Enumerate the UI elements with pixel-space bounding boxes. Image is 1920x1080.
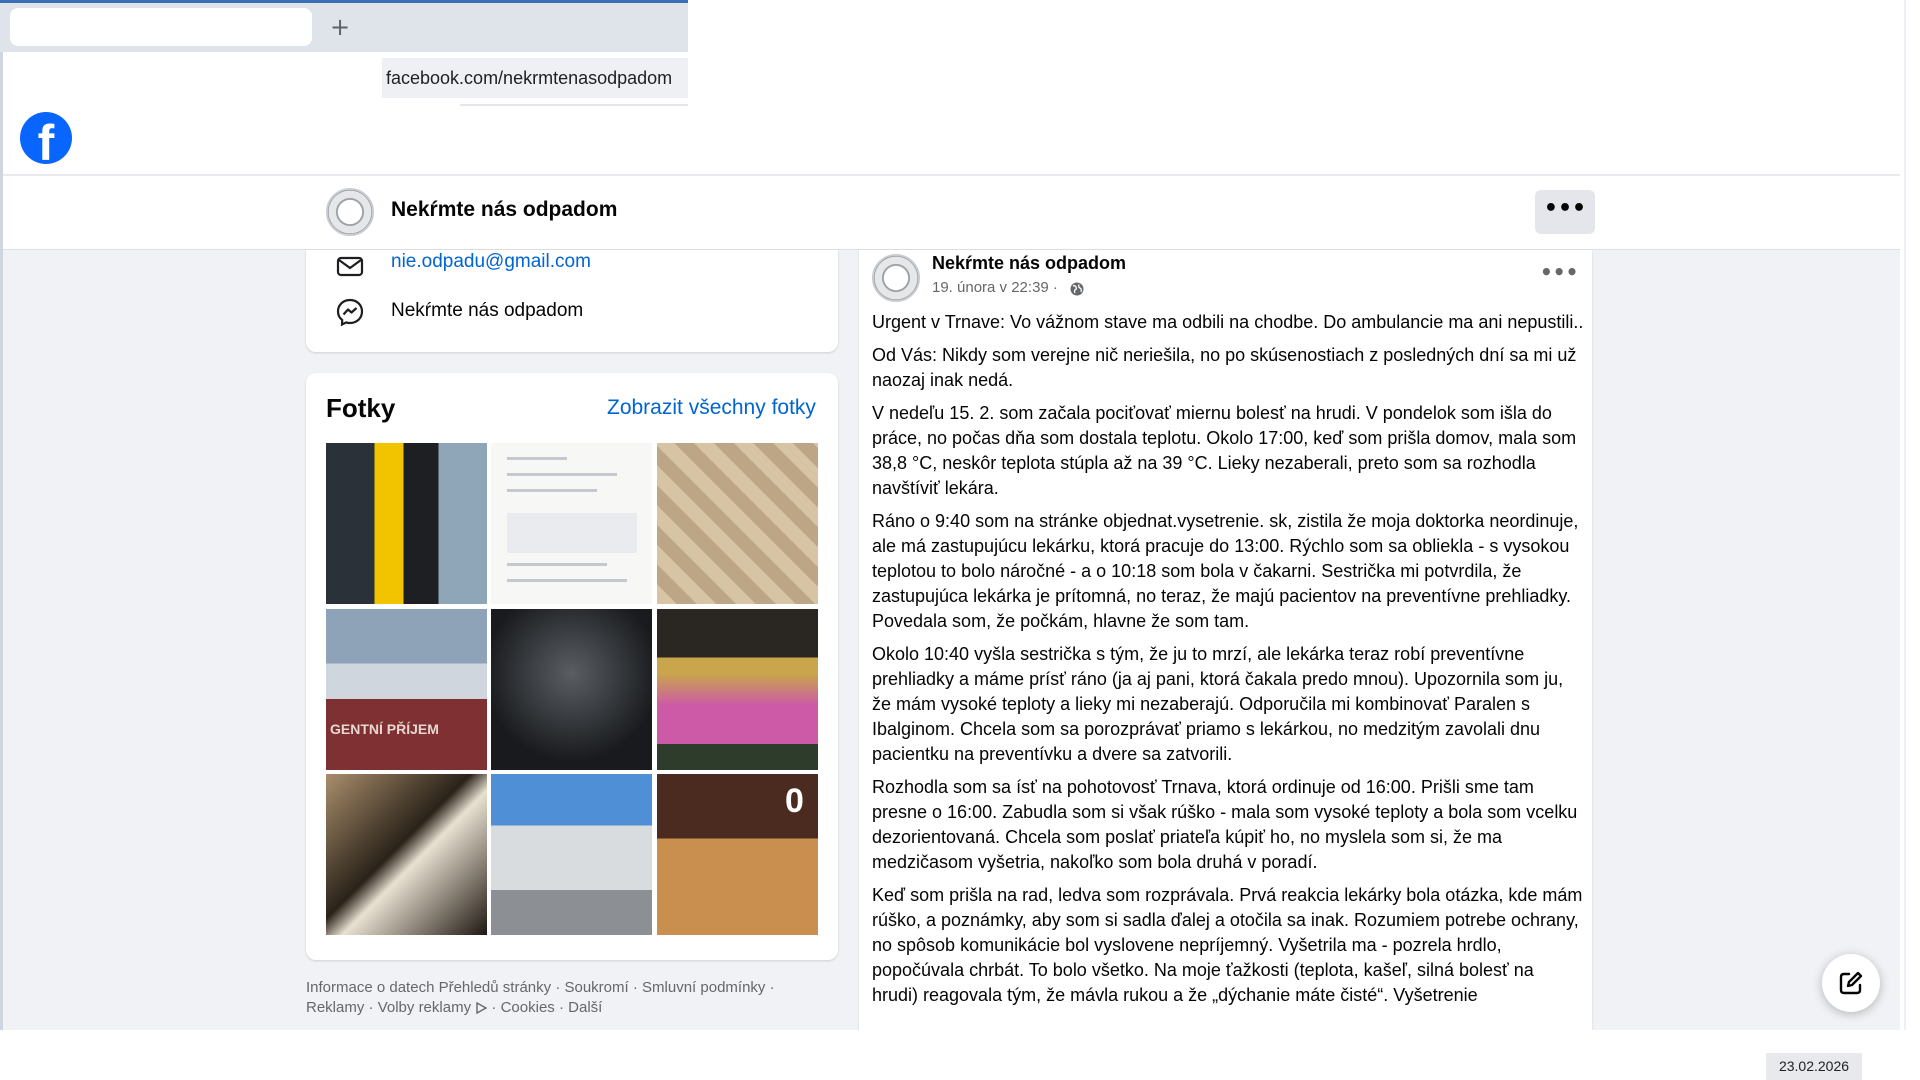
compose-icon [1839, 971, 1863, 995]
more-options-button[interactable]: ••• [1535, 190, 1595, 234]
page-avatar[interactable] [326, 188, 374, 236]
divider [460, 104, 688, 106]
taskbar-date[interactable]: 23.02.2026 [1766, 1053, 1862, 1080]
email-link[interactable]: nie.odpadu@gmail.com [391, 251, 591, 273]
mail-icon [336, 256, 364, 277]
browser-tab[interactable] [10, 8, 312, 46]
post-paragraph: Urgent v Trnave: Vo vážnom stave ma odbi… [872, 312, 1584, 332]
footer-link-ads[interactable]: Reklamy [306, 999, 364, 1016]
post-timestamp[interactable]: 19. února v 22:39 · [932, 279, 1058, 296]
page-title[interactable]: Nekŕmte nás odpadom [391, 198, 617, 222]
footer-link-cookies[interactable]: Cookies [501, 999, 555, 1016]
photo-thumbnail[interactable] [491, 774, 652, 935]
footer-link-terms[interactable]: Smluvní podmínky [642, 979, 765, 996]
photo-thumbnail[interactable] [326, 443, 487, 604]
globe-icon [1070, 282, 1084, 296]
divider [1904, 0, 1906, 1030]
post-author-name[interactable]: Nekŕmte nás odpadom [932, 253, 1126, 274]
footer-link-page-insights[interactable]: Informace o datech Přehledů stránky [306, 979, 551, 996]
post-paragraph: V nedeľu 15. 2. som začala pociťovať mie… [872, 403, 1577, 498]
footer-link-more[interactable]: Další [568, 999, 602, 1016]
footer-separator: · [368, 999, 374, 1016]
post-paragraph: Keď som prišla na rad, ledva som rozpráv… [872, 885, 1583, 1005]
footer-separator: · [769, 979, 775, 996]
post-more-button[interactable]: ••• [1540, 260, 1578, 286]
photo-thumbnail[interactable] [657, 609, 818, 770]
new-tab-button[interactable]: + [328, 12, 352, 42]
footer-link-privacy[interactable]: Soukromí [564, 979, 628, 996]
photo-thumbnail[interactable] [491, 609, 652, 770]
page-header-bar [3, 176, 1900, 250]
photo-thumbnail[interactable]: 0 [657, 774, 818, 935]
facebook-logo[interactable]: f [20, 112, 72, 164]
post-paragraph: Rozhodla som sa ísť na pohotovosť Trnava… [872, 777, 1578, 872]
messenger-link[interactable]: Nekŕmte nás odpadom [391, 300, 583, 322]
photo-thumbnail[interactable] [657, 443, 818, 604]
post-paragraph: Okolo 10:40 vyšla sestrička s tým, že ju… [872, 644, 1564, 764]
footer-links-row: Informace o datech Přehledů stránky · So… [306, 979, 775, 996]
scrollbar-area[interactable] [1900, 0, 1920, 1030]
footer-link-ad-choices[interactable]: Volby reklamy [378, 999, 471, 1016]
photo-thumbnail[interactable] [326, 774, 487, 935]
footer-separator: · [555, 979, 561, 996]
photo-thumbnail[interactable] [491, 443, 652, 604]
photo-thumbnail[interactable]: GENTNÍ PŘÍJEM [326, 609, 487, 770]
ad-choices-icon [476, 1002, 488, 1015]
footer-separator: · [491, 999, 497, 1016]
address-bar[interactable]: facebook.com/nekrmtenasodpadom [382, 58, 688, 98]
messenger-icon [336, 298, 364, 327]
footer-separator: · [632, 979, 638, 996]
photo-price-text: 0 [785, 782, 804, 820]
photo-sign-text: GENTNÍ PŘÍJEM [330, 721, 439, 737]
taskbar [0, 1030, 1920, 1080]
post-paragraph: Od Vás: Nikdy som verejne nič neriešila,… [872, 345, 1577, 390]
see-all-photos-link[interactable]: Zobrazit všechny fotky [607, 396, 816, 420]
footer-separator: · [558, 999, 564, 1016]
post-paragraph: Ráno o 9:40 som na stránke objednat.vyse… [872, 511, 1579, 631]
post-text: Urgent v Trnave: Vo vážnom stave ma odbi… [872, 310, 1584, 1030]
post-author-avatar[interactable] [872, 254, 920, 302]
photos-heading: Fotky [326, 393, 396, 423]
footer-links-row: Reklamy · Volby reklamy · Cookies · Dalš… [306, 999, 602, 1016]
